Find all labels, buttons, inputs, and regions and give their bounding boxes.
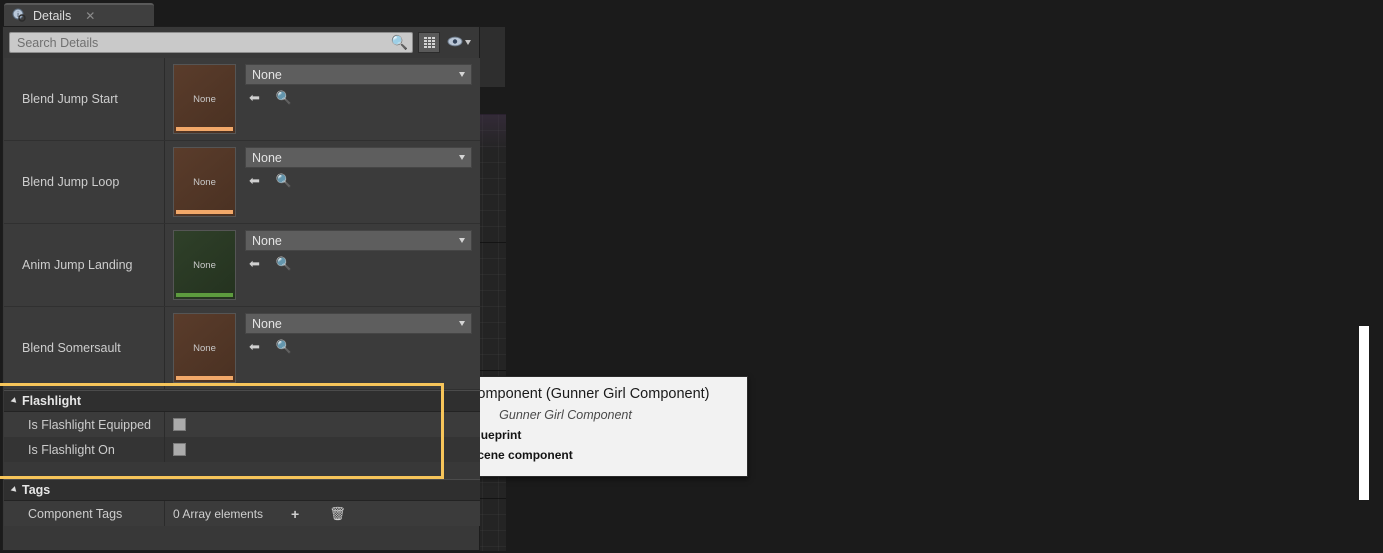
category-label: Tags [22, 483, 51, 497]
asset-thumbnail-label: None [193, 342, 216, 354]
array-property-row: Component Tags 0 Array elements + 🗑 [4, 501, 480, 526]
property-name: Component Tags [28, 506, 123, 521]
property-name: Is Flashlight Equipped [28, 417, 151, 432]
details-tabstrip: i Details ✕ [0, 0, 1383, 26]
details-panel-body: Search Details 🔍 Blend Jump Start None N… [2, 26, 480, 551]
details-info-icon: i [12, 8, 27, 23]
asset-dropdown-value: None [252, 67, 282, 82]
property-value [164, 437, 480, 462]
asset-dropdown-value: None [252, 150, 282, 165]
asset-picker-column: None ⬅ 🔍 [245, 313, 472, 383]
chevron-down-icon [465, 40, 471, 45]
property-row: Blend Jump Loop None None ⬅ 🔍 [4, 141, 480, 224]
browse-to-asset-icon[interactable]: 🔍 [276, 256, 292, 272]
chevron-down-icon [459, 238, 465, 243]
checkbox[interactable] [173, 418, 186, 431]
asset-thumbnail-label: None [193, 93, 216, 105]
details-search-placeholder: Search Details [17, 35, 99, 50]
property-value: None None ⬅ 🔍 [164, 141, 480, 223]
asset-picker-column: None ⬅ 🔍 [245, 64, 472, 134]
asset-picker-column: None ⬅ 🔍 [245, 230, 472, 300]
property-row: Blend Somersault None None ⬅ 🔍 [4, 307, 480, 390]
property-value [164, 412, 480, 437]
property-row: Blend Jump Start None None ⬅ 🔍 [4, 58, 480, 141]
use-selected-asset-icon[interactable]: ⬅ [249, 339, 260, 355]
asset-dropdown[interactable]: None [245, 313, 472, 334]
details-search-row: Search Details 🔍 [3, 27, 479, 58]
chevron-down-icon [459, 155, 465, 160]
chevron-down-icon [459, 321, 465, 326]
eye-visibility-icon [447, 36, 463, 50]
details-search-input[interactable]: Search Details 🔍 [9, 32, 413, 53]
add-array-element-icon[interactable]: + [291, 506, 299, 522]
details-property-list[interactable]: Blend Jump Start None None ⬅ 🔍 Blend Jump Loo… [4, 58, 480, 550]
tab-details-label: Details [33, 8, 72, 23]
grid-view-icon[interactable] [418, 32, 440, 53]
asset-dropdown-value: None [252, 233, 282, 248]
category-header-flashlight[interactable]: Flashlight [4, 390, 480, 412]
expander-icon [10, 397, 19, 405]
chevron-down-icon [459, 72, 465, 77]
use-selected-asset-icon[interactable]: ⬅ [249, 90, 260, 106]
asset-dropdown-value: None [252, 316, 282, 331]
asset-thumbnail[interactable]: None [173, 64, 236, 134]
asset-actions: ⬅ 🔍 [245, 173, 472, 189]
property-name: Anim Jump Landing [22, 258, 133, 272]
property-name: Blend Somersault [22, 341, 121, 355]
category-label: Flashlight [22, 394, 82, 408]
asset-thumbnail-label: None [193, 259, 216, 271]
asset-thumbnail[interactable]: None [173, 147, 236, 217]
expander-icon [10, 486, 19, 494]
property-value: None None ⬅ 🔍 [164, 224, 480, 306]
delete-array-icon[interactable]: 🗑 [329, 506, 346, 522]
use-selected-asset-icon[interactable]: ⬅ [249, 173, 260, 189]
asset-dropdown[interactable]: None [245, 230, 472, 251]
browse-to-asset-icon[interactable]: 🔍 [276, 339, 292, 355]
array-element-count: 0 Array elements [173, 506, 264, 521]
use-selected-asset-icon[interactable]: ⬅ [249, 256, 260, 272]
property-row: Anim Jump Landing None None ⬅ 🔍 [4, 224, 480, 307]
asset-picker-column: None ⬅ 🔍 [245, 147, 472, 217]
property-value: 0 Array elements + 🗑 [164, 501, 480, 526]
details-visibility-button[interactable] [445, 36, 473, 50]
property-value: None None ⬅ 🔍 [164, 58, 480, 140]
asset-thumbnail-label: None [193, 176, 216, 188]
tab-details-close-icon[interactable]: ✕ [85, 9, 95, 23]
checkbox-row: Is Flashlight On [4, 437, 480, 462]
asset-actions: ⬅ 🔍 [245, 339, 472, 355]
category-spacer [4, 462, 480, 479]
property-value: None None ⬅ 🔍 [164, 307, 480, 389]
details-scrollbar-thumb[interactable] [1358, 325, 1370, 501]
asset-dropdown[interactable]: None [245, 147, 472, 168]
asset-actions: ⬅ 🔍 [245, 256, 472, 272]
category-header-tags[interactable]: Tags [4, 479, 480, 501]
asset-actions: ⬅ 🔍 [245, 90, 472, 106]
property-name: Is Flashlight On [28, 442, 115, 457]
tab-details[interactable]: i Details ✕ [4, 3, 154, 26]
asset-thumbnail[interactable]: None [173, 313, 236, 383]
search-icon: 🔍 [390, 34, 408, 50]
checkbox[interactable] [173, 443, 186, 456]
browse-to-asset-icon[interactable]: 🔍 [276, 90, 292, 106]
asset-thumbnail[interactable]: None [173, 230, 236, 300]
browse-to-asset-icon[interactable]: 🔍 [276, 173, 292, 189]
asset-dropdown[interactable]: None [245, 64, 472, 85]
checkbox-row: Is Flashlight Equipped [4, 412, 480, 437]
property-name: Blend Jump Start [22, 92, 118, 106]
property-name: Blend Jump Loop [22, 175, 120, 189]
